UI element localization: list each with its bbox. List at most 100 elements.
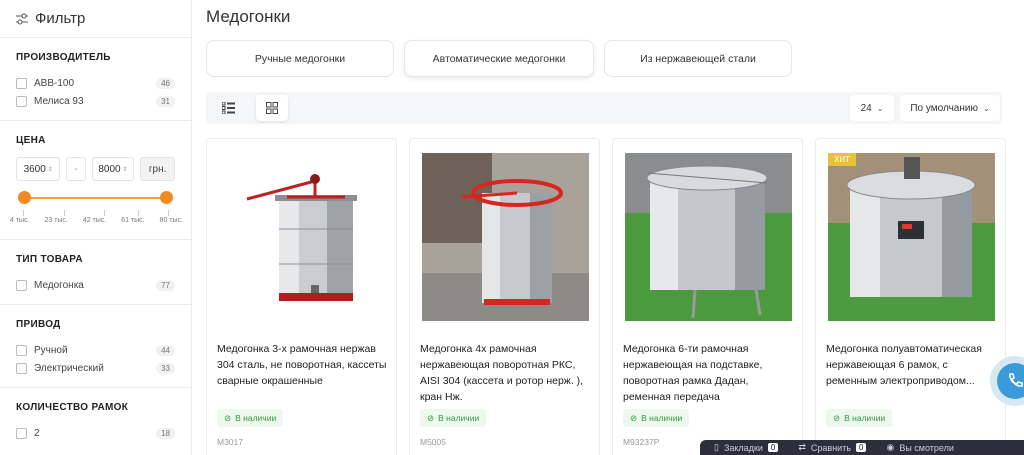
frames-option[interactable]: 2 18 (16, 424, 175, 442)
option-count: 77 (156, 279, 175, 291)
price-currency: грн. (140, 157, 175, 181)
product-card[interactable]: Медогонка 4х рамочная нержавеющая поворо… (409, 138, 600, 455)
chevron-down-icon: ⌄ (982, 103, 990, 113)
bookmark-icon: ▯ (714, 442, 719, 452)
manufacturer-option[interactable]: Мелиса 93 31 (16, 92, 175, 110)
grid-view-icon (266, 102, 278, 114)
checkbox[interactable] (16, 362, 27, 374)
option-count: 31 (156, 95, 175, 107)
stock-badge: ⊘ В наличии (420, 409, 487, 427)
price-from-value: 3600 (23, 163, 46, 175)
product-image[interactable] (207, 139, 396, 329)
tick-label: 42 тыс. (82, 217, 107, 224)
compare-button[interactable]: ⇄ Сравнить 0 (798, 442, 867, 453)
filter-sidebar: Фильтр ПРОИЗВОДИТЕЛЬ ABB-100 46 Мелиса 9… (0, 0, 192, 455)
option-label: Медогонка (34, 279, 84, 291)
tab-manual[interactable]: Ручные медогонки (206, 40, 394, 77)
price-separator: - (66, 157, 86, 181)
tab-automatic[interactable]: Автоматические медогонки (404, 40, 594, 77)
checkbox[interactable] (16, 77, 27, 89)
product-card[interactable]: Медогонка 3-х рамочная нержав 304 сталь,… (206, 138, 397, 455)
compare-label: Сравнить (810, 442, 852, 453)
frames-section: КОЛИЧЕСТВО РАМОК 2 18 (0, 388, 191, 452)
product-image[interactable] (422, 153, 589, 321)
tab-stainless[interactable]: Из нержавеющей стали (604, 40, 792, 77)
filter-header[interactable]: Фильтр (0, 0, 191, 38)
checkbox[interactable] (16, 427, 27, 439)
slider-tick (23, 210, 24, 216)
sort-select[interactable]: По умолчанию ⌄ (900, 95, 1000, 121)
drive-title: ПРИВОД (16, 319, 61, 330)
product-name[interactable]: Медогонка 3-х рамочная нержав 304 сталь,… (217, 341, 389, 389)
filter-title: Фильтр (35, 10, 86, 27)
slider-min-handle[interactable] (18, 191, 31, 204)
drive-section: ПРИВОД Ручной 44 Электрический 33 (0, 305, 191, 388)
product-name[interactable]: Медогонка 6-ти рамочная нержавеющая на п… (623, 341, 795, 405)
stock-label: В наличии (844, 413, 886, 423)
compare-icon: ⇄ (798, 442, 806, 452)
option-label: ABB-100 (34, 77, 75, 89)
checkbox[interactable] (16, 344, 27, 356)
slider-max-handle[interactable] (160, 191, 173, 204)
phone-icon (1009, 373, 1023, 387)
price-to-input[interactable]: 8000 ⇕ (91, 157, 135, 181)
viewed-button[interactable]: ◉ Вы смотрели (886, 442, 953, 453)
stock-label: В наличии (438, 413, 480, 423)
option-count: 18 (156, 427, 175, 439)
price-title: ЦЕНА (16, 135, 46, 146)
bookmarks-count: 0 (767, 443, 779, 452)
price-slider[interactable]: 4 тыс. 23 тыс. 42 тыс. 61 тыс. 80 тыс. (10, 187, 183, 229)
manufacturer-title: ПРОИЗВОДИТЕЛЬ (16, 52, 111, 63)
type-option[interactable]: Медогонка 77 (16, 276, 175, 294)
per-page-select[interactable]: 24 ⌄ (850, 95, 894, 121)
grid-view-button[interactable] (256, 95, 288, 121)
checkbox[interactable] (16, 95, 27, 107)
option-count: 33 (156, 362, 175, 374)
tick-label: 61 тыс. (121, 217, 145, 224)
drive-option[interactable]: Электрический 33 (16, 359, 175, 377)
price-from-input[interactable]: 3600 ⇕ (16, 157, 61, 181)
stock-badge: ⊘ В наличии (217, 409, 284, 427)
spinner-icon[interactable]: ⇕ (48, 166, 53, 173)
list-view-button[interactable] (212, 95, 244, 121)
bottom-action-bar: ▯ Закладки 0 ⇄ Сравнить 0 ◉ Вы смотрели (700, 440, 1024, 455)
product-sku: M3017 (217, 437, 243, 447)
stock-label: В наличии (641, 413, 683, 423)
option-label: Мелиса 93 (34, 95, 84, 107)
eye-icon: ◉ (886, 442, 895, 452)
product-card[interactable]: Медогонка 6-ти рамочная нержавеющая на п… (612, 138, 803, 455)
catalog-toolbar: 24 ⌄ По умолчанию ⌄ (206, 92, 1002, 124)
manufacturer-section: ПРОИЗВОДИТЕЛЬ ABB-100 46 Мелиса 93 31 (0, 38, 191, 121)
option-label: 2 (34, 427, 40, 439)
filter-sliders-icon (16, 13, 28, 24)
check-circle-icon: ⊘ (224, 412, 232, 423)
stock-badge: ⊘ В наличии (826, 409, 893, 427)
chevron-down-icon: ⌄ (876, 103, 884, 113)
stock-label: В наличии (235, 413, 277, 423)
drive-option[interactable]: Ручной 44 (16, 341, 175, 359)
category-tabs: Ручные медогонки Автоматические медогонк… (206, 40, 792, 77)
spinner-icon[interactable]: ⇕ (123, 166, 128, 173)
product-image[interactable] (625, 153, 792, 321)
product-name[interactable]: Медогонка полуавтоматическая нержавеющая… (826, 341, 998, 389)
extractor-image (828, 153, 995, 321)
hit-badge: ХИТ (828, 153, 856, 166)
product-card[interactable]: ХИТ Медогонка полуавтоматическая нержаве… (815, 138, 1006, 455)
manufacturer-option[interactable]: ABB-100 46 (16, 74, 175, 92)
check-circle-icon: ⊘ (833, 412, 841, 423)
bookmarks-button[interactable]: ▯ Закладки 0 (714, 442, 779, 453)
product-image[interactable]: ХИТ (828, 153, 995, 321)
extractor-image (625, 153, 792, 321)
tick-label: 23 тыс. (44, 217, 68, 224)
option-label: Ручной (34, 344, 68, 356)
catalog-main: Медогонки Ручные медогонки Автоматически… (192, 0, 1024, 455)
product-name[interactable]: Медогонка 4х рамочная нержавеющая поворо… (420, 341, 592, 405)
slider-tick (168, 210, 169, 216)
extractor-image (246, 174, 357, 301)
compare-count: 0 (856, 443, 867, 452)
price-section: ЦЕНА 3600⇕ - 8000⇕ грн. 4 тыс. 23 тыс. (0, 121, 191, 240)
checkbox[interactable] (16, 279, 27, 291)
product-grid: Медогонка 3-х рамочная нержав 304 сталь,… (206, 138, 1006, 455)
price-to-value: 8000 (98, 163, 121, 175)
stock-badge: ⊘ В наличии (623, 409, 690, 427)
